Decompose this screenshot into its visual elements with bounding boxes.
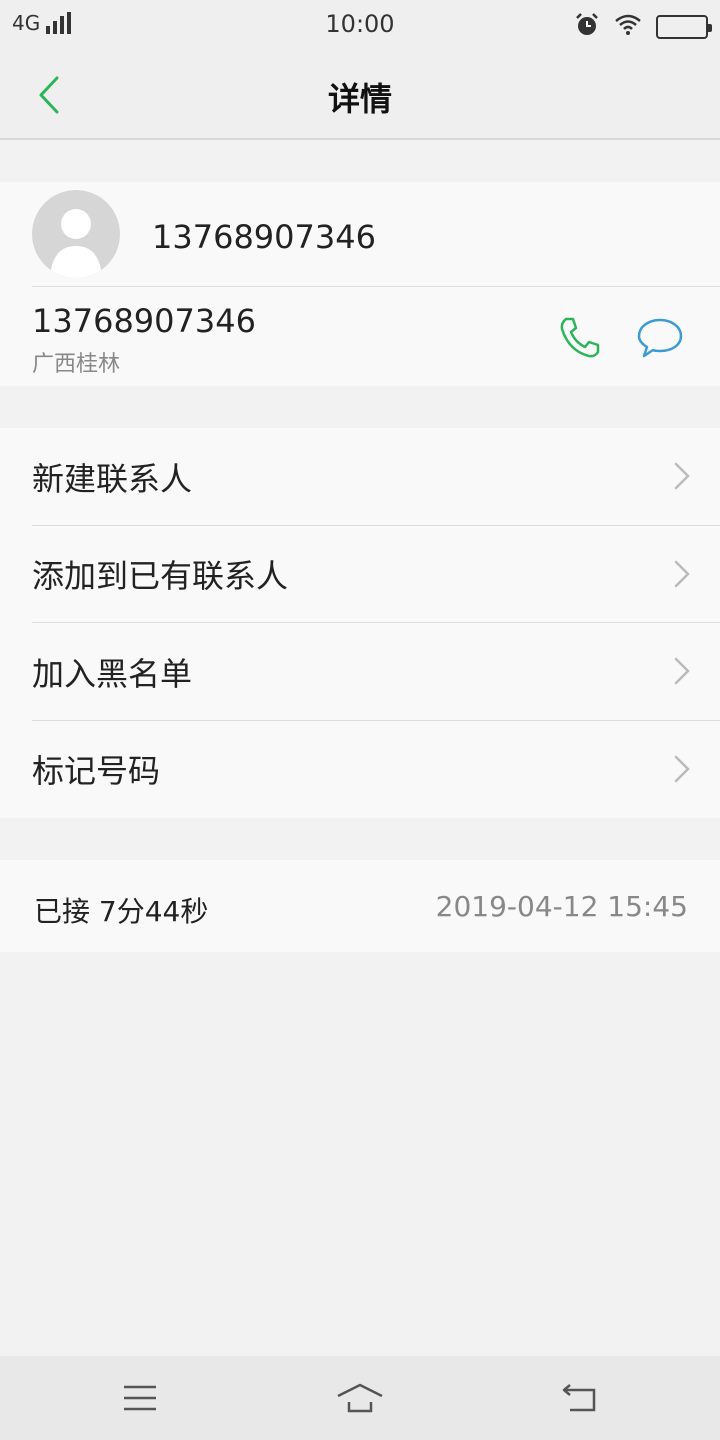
menu-item-blacklist[interactable]: 加入黑名单 (0, 623, 720, 721)
chevron-right-icon (674, 462, 690, 490)
home-icon (337, 1383, 383, 1413)
menu-item-label: 新建联系人 (32, 459, 193, 498)
back-icon (562, 1384, 596, 1412)
wifi-icon (614, 14, 642, 40)
menu-item-label: 标记号码 (32, 752, 161, 791)
system-nav-bar (0, 1356, 720, 1440)
menu-item-new-contact[interactable]: 新建联系人 (0, 428, 720, 526)
home-button[interactable] (330, 1376, 390, 1420)
battery-icon (656, 15, 712, 39)
phone-icon (560, 317, 600, 358)
person-silhouette-icon (50, 209, 102, 278)
divider (32, 286, 720, 287)
chevron-right-icon (674, 755, 690, 782)
recent-apps-button[interactable] (110, 1376, 170, 1420)
system-back-button[interactable] (550, 1376, 610, 1420)
call-button[interactable] (552, 310, 608, 366)
call-record: 已接 7分44秒 2019-04-12 15:45 (0, 860, 720, 952)
contact-card: 13768907346 13768907346 广西桂林 (0, 182, 720, 386)
action-menu: 新建联系人 添加到已有联系人 加入黑名单 标记号码 (0, 428, 720, 818)
menu-item-add-to-existing[interactable]: 添加到已有联系人 (0, 526, 720, 624)
message-button[interactable] (632, 310, 688, 366)
chevron-right-icon (674, 560, 690, 587)
menu-item-label: 添加到已有联系人 (32, 557, 289, 596)
menu-item-mark-number[interactable]: 标记号码 (0, 721, 720, 819)
alarm-icon (574, 12, 600, 42)
avatar[interactable] (32, 190, 120, 278)
call-status: 已接 7分44秒 (34, 895, 209, 928)
status-right (574, 12, 712, 42)
chat-bubble-icon (637, 318, 683, 358)
page-title: 详情 (327, 80, 392, 118)
contact-name: 13768907346 (152, 218, 376, 256)
chevron-right-icon (674, 657, 690, 685)
phone-number: 13768907346 (32, 302, 256, 340)
status-bar: 4G 10:00 (0, 0, 720, 50)
phone-location: 广西桂林 (32, 352, 121, 377)
call-datetime: 2019-04-12 15:45 (435, 890, 688, 923)
screen: 4G 10:00 详情 13768907346 13768907346 广西桂林… (0, 0, 720, 1440)
nav-bar: 详情 (0, 50, 720, 140)
menu-icon (124, 1385, 156, 1411)
menu-item-label: 加入黑名单 (32, 654, 193, 693)
